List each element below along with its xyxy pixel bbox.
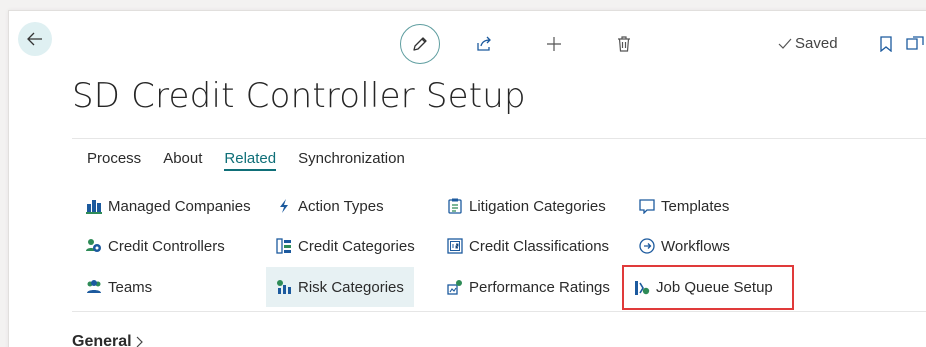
action-label: Credit Controllers — [108, 237, 225, 255]
workflow-icon — [639, 238, 655, 254]
lightning-icon — [280, 199, 288, 213]
action-litigation-categories[interactable]: Litigation Categories — [447, 186, 606, 226]
action-risk-categories[interactable]: Risk Categories — [266, 267, 414, 307]
tab-related[interactable]: Related — [224, 150, 276, 171]
plus-icon — [547, 37, 561, 51]
action-credit-controllers[interactable]: Credit Controllers — [86, 226, 225, 266]
action-label: Credit Classifications — [469, 237, 610, 255]
action-label: Templates — [661, 197, 730, 215]
action-label: Litigation Categories — [469, 197, 606, 215]
action-job-queue-setup[interactable]: Job Queue Setup — [622, 265, 794, 310]
action-label: Action Types — [298, 197, 384, 215]
buildings-icon — [86, 200, 102, 214]
new-button[interactable] — [542, 32, 566, 56]
delete-button[interactable] — [612, 32, 636, 56]
chevron-right-icon — [136, 336, 143, 347]
action-performance-ratings[interactable]: Performance Ratings — [447, 267, 610, 307]
bookmark-icon — [880, 36, 892, 52]
title-divider — [72, 138, 926, 139]
arrow-left-icon — [27, 32, 42, 46]
job-queue-icon — [635, 280, 650, 295]
action-teams[interactable]: Teams — [86, 267, 152, 307]
open-in-new-window-button[interactable] — [904, 32, 926, 56]
action-label: Workflows — [661, 237, 730, 255]
performance-icon — [447, 280, 462, 295]
action-templates[interactable]: Templates — [639, 186, 729, 226]
saved-status: Saved — [778, 35, 838, 52]
section-title: General — [72, 333, 132, 347]
share-button[interactable] — [472, 32, 496, 56]
action-workflows[interactable]: Workflows — [639, 226, 730, 266]
bookmark-button[interactable] — [876, 32, 896, 56]
check-icon — [778, 38, 792, 49]
action-label: Job Queue Setup — [656, 279, 773, 296]
saved-label: Saved — [795, 35, 838, 52]
back-button[interactable] — [18, 22, 52, 56]
action-label: Managed Companies — [108, 197, 251, 215]
action-label: Performance Ratings — [469, 278, 610, 296]
users-cog-icon — [86, 239, 101, 252]
tab-process[interactable]: Process — [87, 150, 141, 170]
section-general-header[interactable]: General — [72, 333, 144, 347]
tab-about[interactable]: About — [163, 150, 202, 170]
edit-button[interactable] — [400, 24, 440, 64]
action-label: Risk Categories — [298, 278, 404, 296]
action-action-types[interactable]: Action Types — [276, 186, 384, 226]
risk-grid-icon — [277, 280, 291, 294]
clipboard-list-icon — [448, 198, 462, 214]
open-in-new-window-icon — [906, 36, 924, 50]
team-icon — [87, 280, 101, 293]
share-icon — [477, 36, 491, 51]
action-label: Credit Categories — [298, 237, 415, 255]
action-credit-classifications[interactable]: Credit Classifications — [447, 226, 609, 266]
trash-icon — [618, 36, 630, 52]
template-icon — [639, 199, 655, 214]
action-credit-categories[interactable]: Credit Categories — [276, 226, 415, 266]
numbered-box-icon — [447, 238, 463, 254]
actions-divider — [72, 311, 926, 312]
action-managed-companies[interactable]: Managed Companies — [86, 186, 251, 226]
category-list-icon — [276, 238, 291, 254]
action-label: Teams — [108, 278, 153, 296]
page-title: SD Credit Controller Setup — [72, 76, 526, 116]
action-tabs: Process About Related Synchronization — [87, 150, 427, 171]
tab-synchronization[interactable]: Synchronization — [298, 150, 405, 170]
pencil-icon — [413, 37, 427, 51]
